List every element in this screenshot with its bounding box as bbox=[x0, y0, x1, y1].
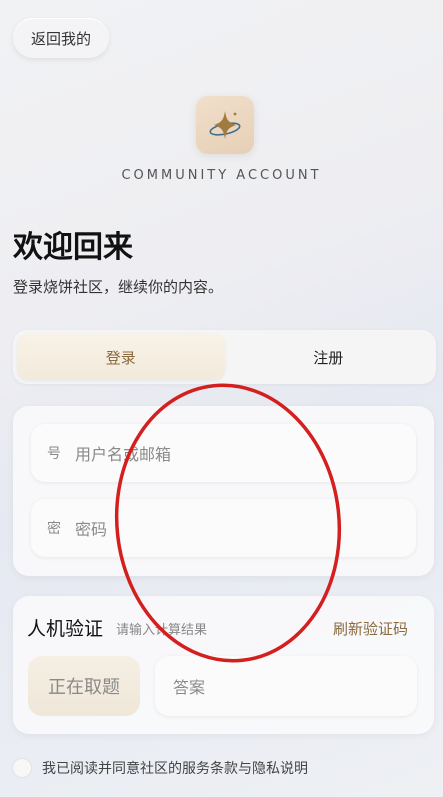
agreement-text: 我已阅读并同意社区的服务条款与隐私说明 bbox=[42, 761, 308, 777]
page-title: 欢迎回来 bbox=[13, 230, 133, 265]
password-prefix: 密 bbox=[47, 521, 61, 537]
tab-register[interactable]: 注册 bbox=[225, 334, 433, 380]
captcha-question: 正在取题 bbox=[28, 656, 140, 716]
brand-label: COMMUNITY ACCOUNT bbox=[121, 168, 322, 183]
back-button[interactable]: 返回我的 bbox=[13, 18, 109, 58]
username-placeholder: 用户名或邮箱 bbox=[75, 445, 172, 464]
password-placeholder: 密码 bbox=[75, 520, 108, 539]
app-logo bbox=[196, 96, 254, 154]
refresh-captcha-button[interactable]: 刷新验证码 bbox=[333, 618, 408, 639]
agreement-row[interactable]: 我已阅读并同意社区的服务条款与隐私说明 bbox=[12, 758, 308, 778]
sparkle-ring-icon bbox=[209, 111, 241, 139]
password-field[interactable]: 密 密码 bbox=[31, 499, 416, 557]
page-subtitle: 登录烧饼社区，继续你的内容。 bbox=[13, 278, 224, 296]
login-form: 号 用户名或邮箱 密 密码 bbox=[13, 406, 434, 576]
username-field[interactable]: 号 用户名或邮箱 bbox=[31, 424, 416, 482]
captcha-hint: 请输入计算结果 bbox=[116, 623, 208, 638]
captcha-title: 人机验证 bbox=[27, 618, 104, 640]
tab-login[interactable]: 登录 bbox=[17, 334, 225, 380]
agreement-checkbox[interactable] bbox=[12, 758, 32, 778]
auth-tabs: 登录 注册 bbox=[13, 330, 436, 384]
username-prefix: 号 bbox=[47, 446, 61, 462]
captcha-section: 人机验证 请输入计算结果 刷新验证码 正在取题 答案 bbox=[13, 596, 434, 734]
captcha-answer-input[interactable]: 答案 bbox=[155, 656, 417, 716]
